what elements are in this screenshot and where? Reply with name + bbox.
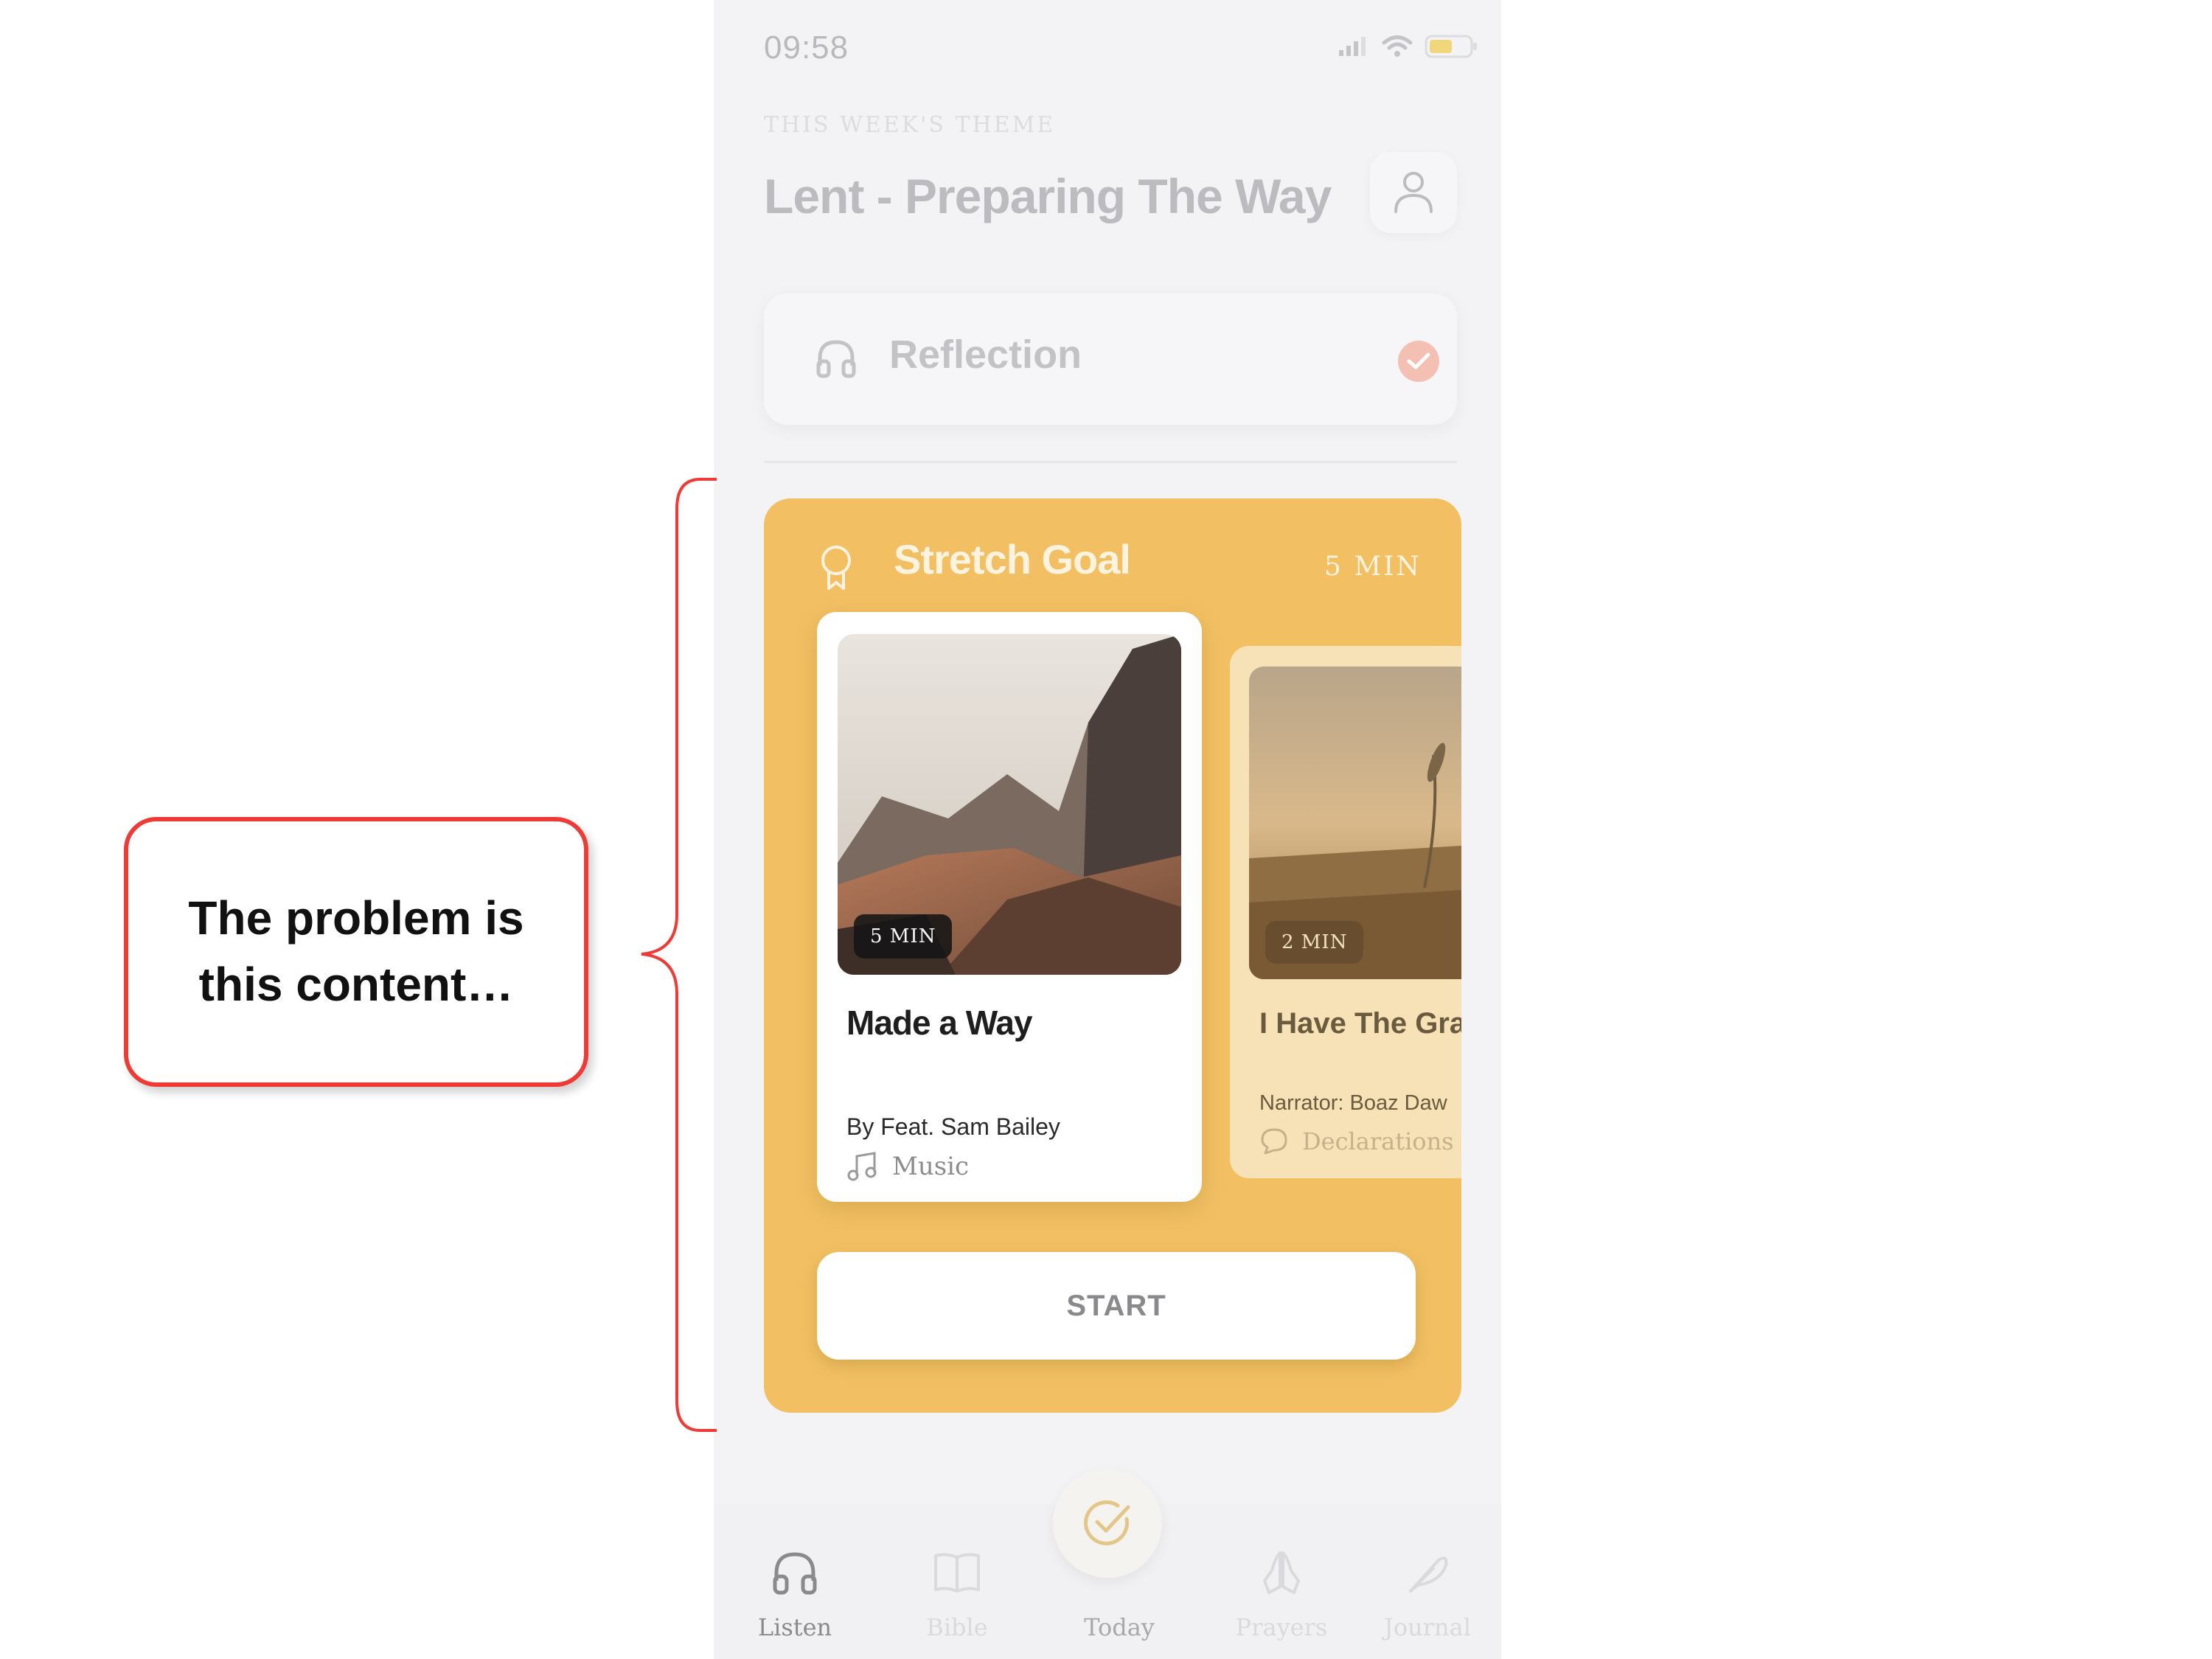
annotation-line-1: The problem is [188,891,524,945]
annotation-callout: The problem is this content… [124,817,588,1087]
annotation-line-2: this content… [198,958,514,1011]
